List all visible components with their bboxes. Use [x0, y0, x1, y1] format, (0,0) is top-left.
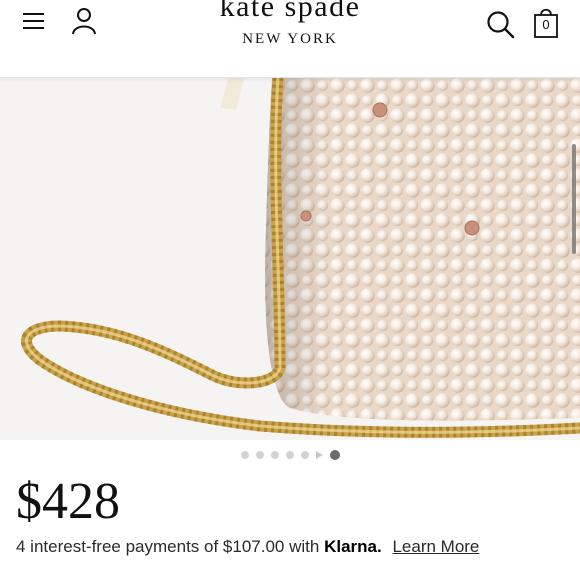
carousel-dot[interactable]	[240, 451, 249, 459]
klarna-logo: Klarna.	[324, 537, 382, 556]
search-icon[interactable]	[485, 9, 517, 39]
product-image[interactable]	[0, 78, 580, 440]
klarna-installments: 4 interest-free payments of $107.00 with…	[16, 537, 479, 557]
site-header: kate spade NEW YORK 0	[0, 0, 580, 78]
bag-count: 0	[542, 17, 550, 32]
carousel-dot[interactable]	[270, 451, 279, 459]
video-play-icon[interactable]	[315, 451, 323, 459]
carousel-dot[interactable]	[285, 451, 294, 459]
carousel-dot-active[interactable]	[329, 450, 340, 460]
product-price: $428	[16, 473, 120, 530]
carousel-dot[interactable]	[255, 451, 264, 459]
scrollbar-thumb[interactable]	[572, 144, 576, 254]
carousel-indicators[interactable]	[0, 448, 580, 462]
klarna-text: 4 interest-free payments of $107.00 with	[16, 537, 320, 556]
pearl-bag-illustration	[0, 78, 580, 440]
carousel-dot[interactable]	[300, 451, 309, 459]
shopping-bag-icon[interactable]: 0	[532, 6, 560, 38]
learn-more-link[interactable]: Learn More	[392, 537, 479, 556]
